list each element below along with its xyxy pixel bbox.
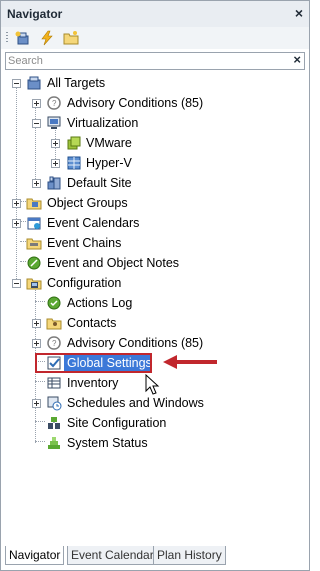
tree-label: All Targets — [47, 76, 106, 90]
tree-label: Advisory Conditions (85) — [67, 96, 204, 110]
tree-node-vmware[interactable]: VMware — [1, 133, 301, 153]
tree-label: Hyper-V — [86, 156, 132, 170]
tree-node-config-advisory-conditions[interactable]: ? Advisory Conditions (85) — [1, 333, 301, 353]
site-icon — [47, 176, 61, 190]
inventory-icon — [47, 377, 61, 389]
bottom-tab-strip: Navigator Event Calendar Plan History — [5, 546, 305, 566]
tree-label: Object Groups — [47, 196, 128, 210]
expand-toggle[interactable] — [32, 179, 41, 188]
expand-toggle[interactable] — [51, 159, 60, 168]
calendar-icon — [27, 217, 41, 230]
lightning-icon[interactable] — [39, 30, 55, 46]
svg-text:?: ? — [52, 99, 57, 108]
contacts-icon — [46, 318, 62, 330]
navigator-tree: All Targets ? Advisory Conditions (85) V… — [1, 71, 309, 541]
highlight-callout-box — [35, 353, 152, 373]
tree-node-event-object-notes[interactable]: Event and Object Notes — [1, 253, 301, 273]
clear-search-icon[interactable]: × — [293, 52, 301, 67]
tree-label: Contacts — [67, 316, 117, 330]
svg-text:?: ? — [52, 339, 57, 348]
new-target-icon[interactable] — [15, 30, 31, 46]
actions-log-icon — [47, 296, 61, 310]
tree-node-default-site[interactable]: Default Site — [1, 173, 301, 193]
collapse-toggle[interactable] — [12, 279, 21, 288]
panel-toolbar — [1, 27, 309, 49]
navigator-panel: Navigator × × — [0, 0, 310, 571]
panel-title: Navigator — [7, 7, 63, 21]
tree-label: Event Calendars — [47, 216, 140, 230]
collapse-toggle[interactable] — [32, 119, 41, 128]
tree-label: Inventory — [67, 376, 119, 390]
search-box: × — [5, 52, 305, 70]
tree-label: VMware — [86, 136, 132, 150]
targets-icon — [27, 76, 41, 90]
callout-arrow-icon — [163, 355, 217, 369]
expand-toggle[interactable] — [51, 139, 60, 148]
tree-node-event-calendars[interactable]: Event Calendars — [1, 213, 301, 233]
tree-label: Event and Object Notes — [47, 256, 180, 270]
tab-event-calendar[interactable]: Event Calendar — [67, 546, 158, 565]
tree-node-object-groups[interactable]: Object Groups — [1, 193, 301, 213]
tree-node-hyperv[interactable]: Hyper-V — [1, 153, 301, 173]
schedules-icon — [47, 396, 62, 411]
tree-node-all-targets[interactable]: All Targets — [1, 73, 301, 93]
hyperv-icon — [67, 156, 81, 170]
tree-label: Advisory Conditions (85) — [67, 336, 204, 350]
event-chains-icon — [26, 238, 42, 250]
panel-titlebar: Navigator × — [1, 1, 309, 28]
tree-label: Configuration — [47, 276, 122, 290]
tree-label: Event Chains — [47, 236, 122, 250]
tree-label: System Status — [67, 436, 148, 450]
advisory-icon: ? — [47, 96, 61, 110]
collapse-toggle[interactable] — [12, 79, 21, 88]
tree-node-virtualization[interactable]: Virtualization — [1, 113, 301, 133]
vmware-icon — [67, 136, 81, 150]
site-configuration-icon — [48, 417, 60, 429]
object-groups-icon — [26, 198, 42, 210]
tree-label: Actions Log — [67, 296, 133, 310]
expand-toggle[interactable] — [32, 319, 41, 328]
notes-icon — [27, 256, 41, 270]
configuration-icon — [26, 278, 42, 290]
toolbar-grip[interactable] — [6, 32, 8, 44]
advisory-icon: ? — [47, 336, 61, 350]
tree-node-contacts[interactable]: Contacts — [1, 313, 301, 333]
tree-label: Site Configuration — [67, 416, 167, 430]
tree-label: Virtualization — [67, 116, 139, 130]
tree-node-system-status[interactable]: System Status — [1, 433, 301, 453]
tree-label: Schedules and Windows — [67, 396, 204, 410]
tree-node-inventory[interactable]: Inventory — [1, 373, 301, 393]
expand-toggle[interactable] — [32, 399, 41, 408]
system-status-icon — [48, 437, 60, 449]
tree-node-configuration[interactable]: Configuration — [1, 273, 301, 293]
tree-node-site-configuration[interactable]: Site Configuration — [1, 413, 301, 433]
tree-node-schedules-windows[interactable]: Schedules and Windows — [1, 393, 301, 413]
virtualization-icon — [47, 116, 61, 129]
close-icon[interactable]: × — [295, 5, 303, 21]
expand-toggle[interactable] — [32, 99, 41, 108]
tab-plan-history[interactable]: Plan History — [153, 546, 226, 565]
expand-toggle[interactable] — [12, 219, 21, 228]
tree-node-advisory-conditions[interactable]: ? Advisory Conditions (85) — [1, 93, 301, 113]
folder-icon[interactable] — [63, 30, 79, 46]
tree-label: Default Site — [67, 176, 132, 190]
search-input[interactable] — [8, 54, 278, 68]
tree-node-actions-log[interactable]: Actions Log — [1, 293, 301, 313]
expand-toggle[interactable] — [32, 339, 41, 348]
tab-navigator[interactable]: Navigator — [5, 546, 65, 565]
tree-node-event-chains[interactable]: Event Chains — [1, 233, 301, 253]
expand-toggle[interactable] — [12, 199, 21, 208]
